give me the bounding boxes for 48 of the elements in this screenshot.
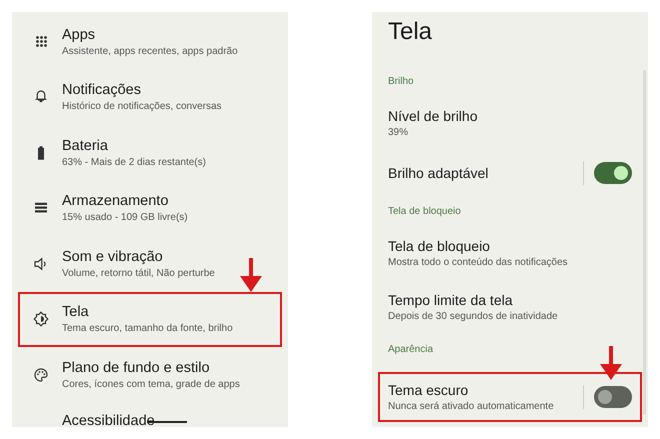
item-subtitle: Mostra todo o conteúdo das notificações [388, 257, 568, 268]
settings-item[interactable]: Tema escuro Nunca será ativado automaticamente [378, 372, 642, 422]
item-subtitle: Nunca será ativado automaticamente [388, 401, 554, 412]
screen-title: Tela [388, 18, 432, 46]
item-title: Brilho adaptável [388, 165, 488, 181]
palette-icon [32, 366, 50, 384]
brightness-icon [32, 310, 50, 328]
section-header: Tela de bloqueio [388, 206, 461, 216]
settings-item[interactable]: Apps Assistente, apps recentes, apps padrão [18, 14, 282, 70]
item-title: Som e vibração [62, 248, 164, 265]
toggle-switch[interactable] [594, 386, 632, 408]
item-title: Notificações [62, 82, 142, 98]
item-title: Nível de brilho [388, 108, 478, 124]
arrow-icon [598, 346, 624, 380]
settings-item[interactable]: Tempo limite da tela Depois de 30 segundos de inatividade [378, 280, 642, 334]
settings-item[interactable]: Nível de brilho 39% [378, 96, 642, 150]
item-subtitle: Assistente, apps recentes, apps padrão [62, 46, 238, 57]
item-subtitle: Histórico de notificações, conversas [62, 101, 222, 112]
item-title: Plano de fundo e estilo [62, 360, 211, 376]
item-title: Tema escuro [388, 382, 470, 398]
toggle-switch[interactable] [594, 162, 632, 184]
item-subtitle: Tema escuro, tamanho da fonte, brilho [62, 323, 233, 334]
settings-item[interactable]: Tela de bloqueio Mostra todo o conteúdo das notificações [378, 226, 642, 280]
item-title: Tela [62, 304, 90, 320]
settings-item[interactable]: Acessibilidade [18, 402, 282, 427]
arrow-icon [238, 258, 264, 292]
item-subtitle: 63% - Mais de 2 dias restante(s) [62, 156, 206, 168]
settings-item[interactable]: Bateria 63% - Mais de 2 dias restante(s) [18, 125, 282, 180]
item-title: Apps [62, 26, 96, 43]
apps-grid-icon [36, 36, 46, 48]
item-subtitle: 15% usado - 109 GB livre(s) [62, 212, 188, 224]
settings-item[interactable]: Brilho adaptável [378, 150, 642, 196]
section-header: Aparência [388, 344, 434, 354]
settings-item[interactable]: Armazenamento 15% usado - 109 GB livre(s) [18, 180, 282, 236]
item-title: Armazenamento [62, 193, 170, 210]
item-title: Bateria [62, 138, 109, 154]
item-subtitle: Depois de 30 segundos de inatividade [388, 311, 558, 322]
item-subtitle: Cores, ícones com tema, grade de apps [62, 378, 240, 390]
item-title: Acessibilidade [62, 412, 155, 427]
settings-item[interactable]: Som e vibração Volume, retorno tátil, Não perturbe [18, 236, 282, 292]
item-subtitle: Volume, retorno tátil, Não perturbe [62, 268, 215, 279]
item-title: Tela de bloqueio [388, 238, 491, 254]
settings-item[interactable]: Notificações Histórico de notificações, conversas [18, 70, 282, 125]
item-subtitle: 39% [388, 127, 410, 138]
section-header: Brilho [388, 76, 414, 86]
settings-item[interactable]: Plano de fundo e estilo Cores, ícones com tema, grade de apps [18, 347, 282, 402]
settings-item[interactable]: Tela Tema escuro, tamanho da fonte, brilho [18, 292, 282, 347]
item-title: Tempo limite da tela [388, 292, 514, 308]
